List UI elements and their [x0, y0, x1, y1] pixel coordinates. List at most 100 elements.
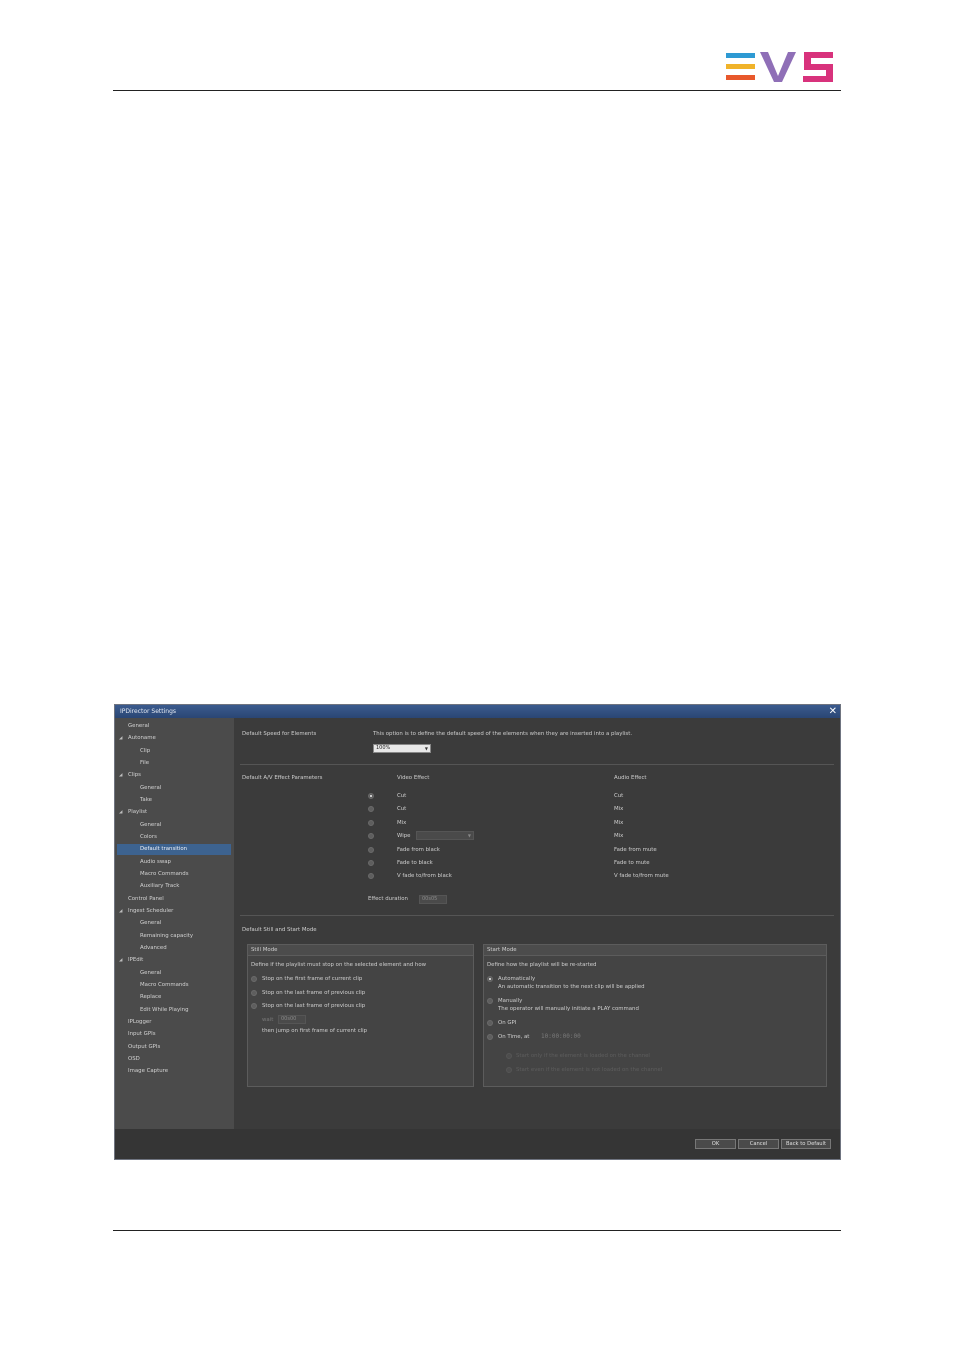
sidebar-item-label: General [128, 723, 150, 729]
sidebar-item-label: Replace [140, 994, 162, 1001]
sidebar-item[interactable]: Advanced [115, 943, 233, 954]
logo-bar-red [726, 75, 755, 80]
effect-duration-input[interactable]: 00s05 [419, 895, 447, 904]
sidebar-item-label: File [140, 759, 150, 766]
sidebar-item[interactable]: General [115, 918, 233, 929]
sidebar-item[interactable]: Input GPIs [115, 1029, 233, 1040]
sidebar-item[interactable]: General [115, 820, 233, 831]
effects-heading: Default A/V Effect Parameters [242, 775, 323, 781]
start-mode-radio[interactable] [487, 1020, 493, 1026]
sidebar-item-label: Autoname [128, 735, 156, 742]
expand-arrow-icon[interactable]: ◢ [119, 807, 122, 818]
sidebar-item[interactable]: Audio swap [115, 857, 233, 868]
wait-label: wait [262, 1017, 274, 1023]
dialog-titlebar: IPDirector Settings ✕ [115, 705, 840, 718]
effect-radio[interactable] [368, 860, 374, 866]
effect-radio[interactable] [368, 873, 374, 880]
sidebar-item[interactable]: Colors [115, 832, 233, 843]
still-mode-option-label: Stop on the last frame of previous clip [262, 989, 366, 996]
sidebar-item-label: Default transition [140, 846, 188, 853]
sidebar-item-label: Clips [128, 772, 141, 779]
sidebar-item-label: Remaining capacity [140, 932, 194, 939]
start-mode-radio[interactable] [487, 998, 493, 1004]
sidebar-item[interactable]: ◢ Clips [115, 770, 233, 781]
sidebar-item[interactable]: IPLogger [115, 1017, 233, 1028]
footer-rule [113, 1230, 841, 1231]
sidebar-item[interactable]: General [115, 968, 233, 979]
still-mode-radio[interactable] [251, 1003, 257, 1009]
still-mode-radio[interactable] [251, 976, 257, 982]
expand-arrow-icon[interactable]: ◢ [119, 733, 122, 744]
sidebar-item[interactable]: Replace [115, 992, 233, 1003]
sidebar-item[interactable]: Remaining capacity [115, 931, 233, 942]
sidebar-item[interactable]: General [115, 721, 233, 732]
sidebar-item[interactable]: ◢ Ingest Scheduler [115, 906, 233, 917]
start-mode-radio[interactable] [487, 1034, 493, 1040]
effect-radio[interactable] [368, 846, 374, 853]
expand-arrow-icon[interactable]: ◢ [119, 906, 122, 917]
video-effect-label: Mix [397, 819, 407, 826]
sidebar-item[interactable]: OSD [115, 1054, 233, 1065]
sidebar-item[interactable]: General [115, 783, 233, 794]
effect-radio[interactable] [368, 793, 374, 799]
expand-arrow-icon[interactable]: ◢ [119, 955, 122, 966]
video-effect-label: V fade to/from black [397, 873, 452, 880]
sidebar-item-label: General [140, 969, 162, 976]
ok-button[interactable]: OK [695, 1139, 736, 1149]
sidebar-item[interactable]: Image Capture [115, 1066, 233, 1077]
sidebar-item-label: IPEdit [128, 957, 144, 964]
sidebar-item[interactable]: Macro Commands [115, 980, 233, 991]
back-to-default-button[interactable]: Back to Default [781, 1139, 831, 1149]
settings-content: Default Speed for Elements This option i… [234, 718, 840, 1129]
still-mode-option-label: Stop on the first frame of current clip [262, 976, 363, 982]
effect-radio[interactable] [368, 806, 374, 813]
speed-select[interactable]: 100% ▼ [373, 744, 431, 753]
logo-bar-blue [726, 53, 755, 58]
sidebar-item[interactable]: Take [115, 795, 233, 806]
start-mode-option-label: Manually [498, 998, 523, 1004]
sidebar-item[interactable]: Control Panel [115, 894, 233, 905]
wipe-select[interactable]: ▼ [416, 831, 474, 841]
sidebar-item[interactable]: Macro Commands [115, 869, 233, 880]
sidebar-item[interactable]: Default transition [117, 844, 231, 856]
sidebar-item[interactable]: ◢ IPEdit [115, 955, 233, 966]
on-time-suboption-radio[interactable] [506, 1053, 512, 1059]
sidebar-item-label: Macro Commands [140, 870, 189, 877]
close-icon[interactable]: ✕ [829, 705, 837, 718]
audio-effect-label: Fade to mute [614, 860, 650, 866]
on-time-suboption-radio[interactable] [506, 1066, 512, 1073]
sidebar-item[interactable]: Auxiliary Track [115, 881, 233, 892]
sidebar-item-label: Input GPIs [128, 1031, 156, 1038]
sidebar-item-label: Control Panel [128, 895, 164, 902]
sidebar-item[interactable]: Edit While Playing [115, 1005, 233, 1016]
sidebar-item-label: Audio swap [140, 858, 171, 865]
settings-tree: General ◢ Autoname Clip File ◢ Clips General Tak… [115, 718, 234, 1129]
dialog-footer: OK Cancel Back to Default [115, 1129, 840, 1159]
sidebar-item[interactable]: Clip [115, 746, 233, 757]
start-mode-option-label: Automatically [498, 976, 536, 982]
still-mode-radio[interactable] [251, 989, 257, 996]
effect-duration-label: Effect duration [368, 896, 408, 902]
sidebar-item-label: General [140, 784, 162, 791]
audio-effect-label: Cut [614, 793, 624, 799]
start-mode-description: Define how the playlist will be re-start… [487, 962, 597, 968]
speed-select-value: 100% [376, 745, 391, 751]
start-mode-option-label: On GPI [498, 1020, 517, 1026]
on-time-value[interactable]: 10:00:00:00 [541, 1033, 581, 1041]
cancel-button[interactable]: Cancel [738, 1139, 779, 1149]
sidebar-item[interactable]: ◢ Playlist [115, 807, 233, 818]
effect-radio[interactable] [368, 833, 374, 840]
effect-radio[interactable] [368, 819, 374, 826]
sidebar-item[interactable]: Output GPIs [115, 1042, 233, 1053]
still-start-heading: Default Still and Start Mode [242, 927, 317, 933]
expand-arrow-icon[interactable]: ◢ [119, 770, 122, 781]
start-mode-radio[interactable] [487, 976, 493, 982]
video-effect-label: Wipe [397, 833, 411, 840]
wait-input[interactable]: 00s00 [278, 1015, 306, 1024]
still-mode-title: Still Mode [248, 945, 473, 956]
sidebar-item-label: Output GPIs [128, 1043, 161, 1050]
sidebar-item[interactable]: File [115, 758, 233, 769]
sidebar-item-label: Clip [140, 747, 151, 754]
on-time-suboption-label: Start only if the element is loaded on t… [516, 1053, 650, 1059]
sidebar-item[interactable]: ◢ Autoname [115, 733, 233, 744]
